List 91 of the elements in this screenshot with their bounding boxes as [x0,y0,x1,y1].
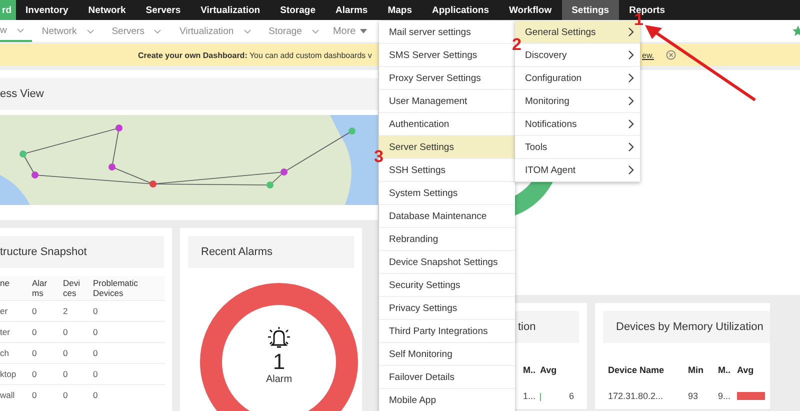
table-cell: 0 [93,322,165,342]
menu-item[interactable]: Authentication [379,113,515,136]
column-header: Devices [63,276,93,300]
caret-icon [154,28,162,34]
table-cell: ktop [0,364,32,384]
menu-item[interactable]: Failover Details [379,366,515,389]
chevron-right-icon [628,27,634,37]
table-cell: 0 [93,342,165,364]
panel-title: ess View [0,78,378,110]
column-header: M.. [718,363,737,389]
menu-item[interactable]: Monitoring [515,90,640,113]
nav-tab[interactable]: Applications [422,0,500,20]
sub-tab[interactable]: Servers [102,20,170,42]
table-cell: 0 [32,364,63,384]
table-cell: er [0,300,32,322]
sub-tab[interactable]: Virtualization [169,20,259,42]
menu-item[interactable]: Privacy Settings [379,297,515,320]
nav-tab[interactable]: Network [78,0,136,20]
bell-icon [266,326,292,350]
card-title: Recent Alarms [188,236,354,268]
menu-item[interactable]: Security Settings [379,274,515,297]
menu-item[interactable]: User Management [379,90,515,113]
menu-item[interactable]: Device Snapshot Settings [379,251,515,274]
sub-tab[interactable]: Storage [258,20,327,42]
sub-tab[interactable]: w [0,20,32,42]
menu-item[interactable]: Third Party Integrations [379,320,515,343]
column-header: ne [0,276,32,300]
sub-tab[interactable]: Network [32,20,102,42]
menu-item[interactable]: Mobile App [379,389,515,411]
menu-item[interactable]: System Settings [379,182,515,205]
table-cell: 1... [523,389,540,403]
nav-tab[interactable]: Settings [562,0,620,20]
chevron-right-icon [628,142,634,152]
table-cell: 0 [93,300,165,322]
caret-icon [16,28,24,32]
menu-item[interactable]: Database Maintenance [379,205,515,228]
banner-link[interactable]: ew. [642,50,654,60]
nav-tab[interactable]: Maps [378,0,422,20]
nav-tab[interactable]: Workflow [499,0,562,20]
card-title: tructure Snapshot [0,236,164,268]
column-header: Min [688,364,704,377]
table-cell: 0 [32,384,63,405]
menu-item[interactable]: Proxy Server Settings [379,67,515,90]
close-icon[interactable] [666,50,676,60]
chevron-right-icon [628,50,634,60]
table-cell: 0 [63,364,93,384]
caret-icon [312,28,319,34]
table-cell: 9... [718,389,737,403]
menu-item[interactable]: ITOM Agent [515,159,640,182]
chevron-right-icon [628,165,634,175]
card-title: Devices by Memory Utilization [603,311,770,343]
column-header: M.. [523,363,540,389]
column-header: Alarms [32,276,63,300]
table-cell: 0 [63,342,93,364]
table-cell: 0 [32,300,63,322]
table-cell: ter [0,322,32,342]
column-header: Device Name [608,364,666,377]
alarm-label: Alarm [266,374,292,385]
table-cell: ch [0,342,32,364]
chevron-right-icon [628,119,634,129]
nav-tab[interactable]: Storage [270,0,326,20]
menu-item[interactable]: Tools [515,136,640,159]
menu-item[interactable]: Self Monitoring [379,343,515,366]
table-cell: 0 [32,322,63,342]
nav-tab[interactable]: Inventory [16,0,78,20]
nav-tab[interactable]: Alarms [325,0,378,20]
menu-item[interactable]: Rebranding [379,228,515,251]
column-header: Avg [737,364,755,377]
nav-tab[interactable]: Servers [136,0,191,20]
menu-item[interactable]: Notifications [515,113,640,136]
caret-icon [244,28,251,34]
table-cell: 93 [688,389,718,403]
column-header: Avg [540,364,558,377]
chevron-right-icon [628,73,634,83]
table-cell: 172.31.80.2... [608,389,688,403]
table-cell: 2 [63,300,93,322]
table-cell: 0 [93,384,165,405]
table-cell: 6 [569,391,574,401]
table-cell: 0 [32,342,63,364]
nav-tab[interactable]: Virtualization [190,0,270,20]
menu-item[interactable]: Configuration [515,67,640,90]
table-cell: 0 [93,364,165,384]
caret-icon [86,28,94,34]
column-header: Problematic Devices [93,276,165,300]
table-cell: 0 [63,322,93,342]
banner-text: Create your own Dashboard: You can add custom dashboards v [138,50,373,60]
alarm-count: 1 [272,350,286,374]
table-cell: 0 [63,384,93,405]
caret-icon [360,28,367,34]
chevron-right-icon [628,96,634,106]
table-cell: wall [0,384,32,405]
